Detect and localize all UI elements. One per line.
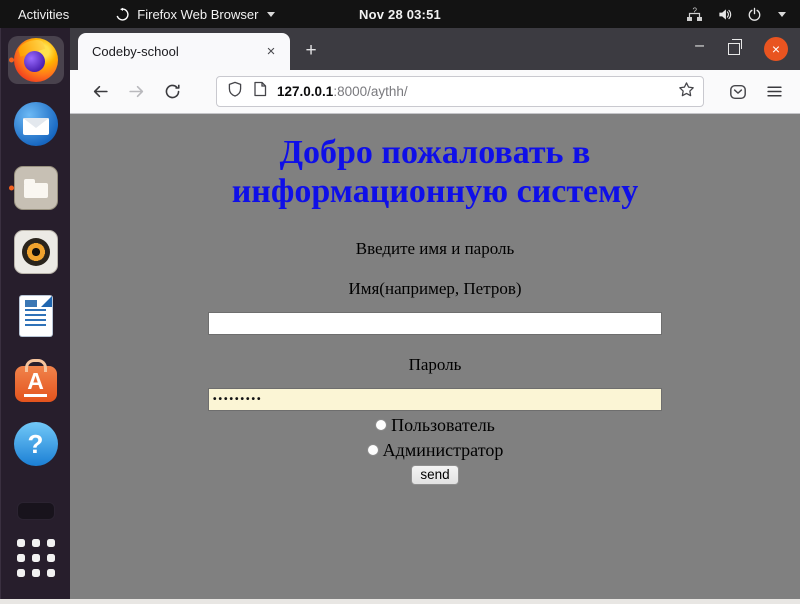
clock[interactable]: Nov 28 03:51 <box>359 0 441 28</box>
activities-button[interactable]: Activities <box>0 0 87 28</box>
dock-item-app-grid[interactable] <box>8 534 64 582</box>
page-title: Добро пожаловать в информационную систем… <box>155 134 715 212</box>
chevron-down-icon <box>267 12 275 17</box>
page-info-icon[interactable] <box>253 81 267 102</box>
ubuntu-top-bar: Activities Firefox Web Browser Nov 28 03… <box>0 0 800 28</box>
url-host: 127.0.0.1 <box>277 84 333 99</box>
thunderbird-icon <box>14 102 58 146</box>
dock-item-libreoffice-writer[interactable] <box>8 292 64 340</box>
close-tab-icon[interactable]: × <box>260 41 282 63</box>
restore-button[interactable] <box>728 43 740 55</box>
volume-icon <box>717 7 733 22</box>
firefox-window: Codeby-school × + – × <box>70 28 800 599</box>
navigation-bar: 127.0.0.1:8000/aythh/ <box>70 70 800 114</box>
pocket-icon[interactable] <box>722 76 754 108</box>
app-grid-icon <box>17 539 55 577</box>
url-bar[interactable]: 127.0.0.1:8000/aythh/ <box>216 76 704 107</box>
rhythmbox-icon <box>14 230 58 274</box>
ubuntu-software-icon: A <box>15 366 57 402</box>
subtitle: Введите имя и пароль <box>70 239 800 259</box>
dock-item-trash[interactable] <box>8 500 64 522</box>
app-menu-button[interactable]: Firefox Web Browser <box>115 7 275 22</box>
send-button[interactable]: send <box>411 465 458 485</box>
reload-button[interactable] <box>156 76 188 108</box>
power-icon <box>747 7 762 22</box>
radio-admin-label: Администратор <box>383 440 504 461</box>
name-input[interactable] <box>208 312 662 335</box>
forward-button[interactable] <box>120 76 152 108</box>
firefox-icon <box>115 7 130 22</box>
dock-item-firefox[interactable] <box>8 36 64 84</box>
window-bottom-edge <box>0 599 800 604</box>
tab-bar: Codeby-school × + – × <box>70 28 800 70</box>
dock: A ? <box>0 28 70 599</box>
url-path: :8000/aythh/ <box>333 84 407 99</box>
web-page: Добро пожаловать в информационную систем… <box>70 114 800 599</box>
chevron-down-icon <box>778 12 786 17</box>
close-window-button[interactable]: × <box>764 37 788 61</box>
running-indicator <box>9 58 14 63</box>
new-tab-button[interactable]: + <box>296 36 326 66</box>
bookmark-star-icon[interactable] <box>678 81 695 103</box>
password-label: Пароль <box>70 355 800 375</box>
minimize-button[interactable]: – <box>695 38 704 60</box>
window-controls: – × <box>695 28 800 70</box>
help-icon: ? <box>14 422 58 466</box>
tab-title: Codeby-school <box>92 44 260 59</box>
files-icon <box>14 166 58 210</box>
trash-icon <box>17 502 55 520</box>
app-menu-label: Firefox Web Browser <box>137 7 258 22</box>
radio-button-icon[interactable] <box>367 444 379 456</box>
tab-codeby-school[interactable]: Codeby-school × <box>78 33 290 70</box>
shield-icon[interactable] <box>227 81 243 102</box>
svg-text:?: ? <box>693 7 698 16</box>
back-button[interactable] <box>84 76 116 108</box>
password-input[interactable] <box>208 388 662 411</box>
menu-hamburger-icon[interactable] <box>758 76 790 108</box>
running-indicator <box>9 186 14 191</box>
libreoffice-writer-icon <box>20 296 52 336</box>
url-text: 127.0.0.1:8000/aythh/ <box>277 84 668 99</box>
name-label: Имя(например, Петров) <box>70 279 800 299</box>
dock-item-files[interactable] <box>8 164 64 212</box>
dock-item-help[interactable]: ? <box>8 420 64 468</box>
firefox-icon <box>14 38 58 82</box>
radio-button-icon[interactable] <box>375 419 387 431</box>
dock-item-rhythmbox[interactable] <box>8 228 64 276</box>
radio-user-label: Пользователь <box>391 415 495 436</box>
screen: Activities Firefox Web Browser Nov 28 03… <box>0 0 800 604</box>
dock-item-thunderbird[interactable] <box>8 100 64 148</box>
system-tray[interactable]: ? <box>686 7 800 22</box>
dock-item-ubuntu-software[interactable]: A <box>8 356 64 404</box>
radio-admin[interactable]: Администратор <box>70 440 800 461</box>
radio-user[interactable]: Пользователь <box>70 415 800 436</box>
network-icon: ? <box>686 7 703 22</box>
